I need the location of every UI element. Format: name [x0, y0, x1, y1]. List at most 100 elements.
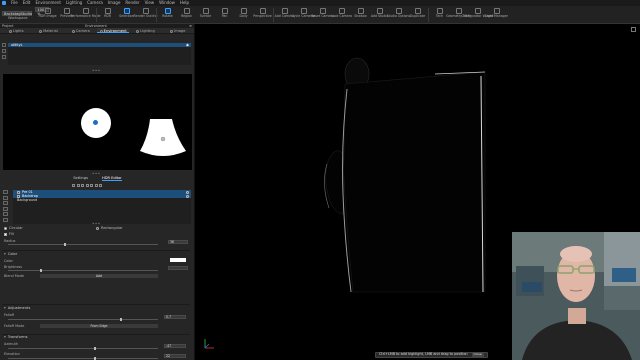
toolbar-button[interactable]: Look Camera: [331, 8, 352, 22]
folder-icon[interactable]: [3, 195, 8, 200]
toolbar-button[interactable]: Perspective: [253, 8, 272, 22]
move-down-icon[interactable]: [3, 206, 8, 211]
adjustments-section-title[interactable]: Adjustments: [4, 306, 31, 310]
toolbar-button-label: Shadow: [354, 14, 367, 18]
fill-label: Fill: [9, 232, 14, 236]
blend-mode-select[interactable]: Add: [40, 274, 158, 278]
toolbar-button-label: Look Camera: [331, 14, 352, 18]
radius-slider-handle[interactable]: [64, 243, 66, 246]
list-item[interactable]: Background: [13, 198, 191, 202]
toolbar-button-label: Rotate: [162, 14, 173, 18]
falloff-slider[interactable]: [8, 319, 158, 320]
gradient-tool-icon[interactable]: [85, 184, 89, 187]
toolbar-button[interactable]: Rotate: [158, 8, 177, 22]
toolbar-button[interactable]: Region: [177, 8, 196, 22]
environment-list-item[interactable]: utilityL ◉: [8, 43, 191, 47]
delete-environment-icon[interactable]: [2, 55, 6, 59]
brightness-label: Brightness: [4, 265, 23, 269]
toolbar-button[interactable]: Render Outline: [133, 8, 158, 22]
presenter-video: [512, 232, 640, 360]
radius-slider[interactable]: [8, 244, 158, 245]
circle-tool-icon[interactable]: [76, 184, 80, 187]
tab-camera[interactable]: Camera: [65, 28, 97, 33]
camera-icon: [71, 29, 75, 33]
elevation-field[interactable]: 22: [164, 354, 186, 358]
elevation-slider[interactable]: [8, 358, 158, 359]
settings-icon[interactable]: [3, 217, 8, 222]
section-divider: [2, 304, 190, 305]
fill-checkbox-row[interactable]: Fill: [4, 232, 14, 236]
environment-name: utilityL: [11, 43, 23, 47]
color-swatch[interactable]: [170, 258, 186, 262]
toolbar-button-label: Pan: [221, 14, 228, 18]
splitter-handle[interactable]: •••: [92, 68, 101, 73]
toolbar-button[interactable]: Tumble: [196, 8, 215, 22]
move-up-icon[interactable]: [3, 201, 8, 205]
tab-environment[interactable]: Environment: [96, 28, 130, 33]
light-name: Background: [17, 198, 38, 202]
toolbar-button-label: Studio Options: [386, 14, 411, 18]
hdr-preview-canvas[interactable]: [3, 74, 192, 170]
shape-circular-option[interactable]: Circular: [4, 226, 23, 230]
light-position-handle[interactable]: [93, 120, 98, 125]
light-side-tools: [3, 190, 9, 223]
tab-image[interactable]: Image: [162, 28, 194, 33]
toolbar-button-label: Render Outline: [133, 14, 158, 18]
main-toolbar: BackstagStudio 100 % Workspace HDR Image…: [0, 6, 640, 24]
delete-light-icon[interactable]: [3, 212, 8, 216]
azimuth-slider[interactable]: [8, 348, 158, 349]
toolbar-button[interactable]: Dolly: [234, 8, 253, 22]
toolbar-button[interactable]: Light Manager: [485, 8, 508, 22]
toolbar-button[interactable]: Shadow: [351, 8, 370, 22]
tab-lights[interactable]: Lights: [0, 28, 32, 33]
color-section-title[interactable]: Color: [4, 252, 17, 256]
add-environment-icon[interactable]: [2, 43, 6, 47]
delete-tool-icon[interactable]: [99, 184, 102, 187]
brightness-slider-handle[interactable]: [40, 269, 42, 272]
azimuth-field[interactable]: -47: [164, 344, 186, 348]
toolbar-button[interactable]: Reset Camera: [311, 8, 334, 22]
toolbar-button[interactable]: Pan: [215, 8, 234, 22]
toolbar-button-label: Light Manager: [485, 14, 508, 18]
toolbar-button-label: HDR Image: [38, 14, 57, 18]
toolbar-button[interactable]: Duplicate: [408, 8, 427, 22]
rect-tool-icon[interactable]: [81, 184, 84, 187]
rectangular-radio[interactable]: [96, 226, 99, 230]
tab-settings[interactable]: Settings: [73, 176, 88, 181]
toolbar-items: HDR Image Preview Performance Mode HDR Selec…: [38, 8, 508, 22]
toolbar-separator: [96, 8, 97, 22]
radius-field[interactable]: 36: [168, 240, 188, 244]
circular-radio[interactable]: [4, 226, 7, 230]
toolbar-button[interactable]: HDR Image: [38, 8, 57, 22]
toolbar-button[interactable]: Studio Options: [386, 8, 411, 22]
lighting-icon: [136, 29, 140, 33]
toolbar-button[interactable]: HDR: [98, 8, 117, 22]
circular-light-shape[interactable]: [81, 108, 111, 138]
add-light-icon[interactable]: [3, 190, 8, 194]
toolbar-button[interactable]: Performance Mode: [71, 8, 100, 22]
close-hint-button[interactable]: Close: [471, 352, 484, 358]
lampshade-light-shape[interactable]: [138, 117, 188, 159]
falloff-field[interactable]: 0.7: [164, 315, 186, 319]
falloff-slider-handle[interactable]: [120, 318, 122, 321]
falloff-mode-select[interactable]: From Edge: [40, 324, 158, 328]
circular-label: Circular: [9, 226, 23, 230]
duplicate-environment-icon[interactable]: [2, 49, 6, 53]
azimuth-slider-handle[interactable]: [94, 347, 96, 350]
transforms-section-title[interactable]: Transforms: [4, 335, 28, 339]
tab-material[interactable]: Material: [32, 28, 64, 33]
material-icon: [39, 29, 43, 33]
toolbar-button[interactable]: Cycle Cameras: [292, 8, 315, 22]
select-tool-icon[interactable]: [72, 184, 75, 187]
falloff-label: Falloff: [4, 313, 15, 317]
shape-rectangular-option[interactable]: Rectangular: [96, 226, 123, 230]
image-tool-icon[interactable]: [90, 184, 93, 187]
tab-lighting[interactable]: Lighting: [129, 28, 161, 33]
environment-visible-icon[interactable]: ◉: [186, 43, 189, 47]
brightness-field[interactable]: [168, 266, 188, 270]
fill-checkbox[interactable]: [4, 232, 7, 236]
brightness-slider[interactable]: [8, 270, 158, 271]
duplicate-tool-icon[interactable]: [94, 184, 98, 187]
tab-image-label: Image: [174, 29, 186, 33]
tab-hdr-editor[interactable]: HDR Editor: [102, 176, 122, 181]
